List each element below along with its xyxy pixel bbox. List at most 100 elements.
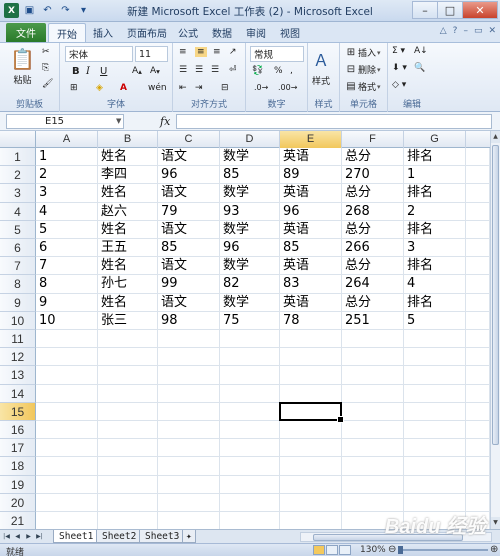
cell-g13[interactable] [404,366,466,385]
row-header-20[interactable]: 20 [0,493,36,512]
cell-d4[interactable]: 93 [220,202,280,221]
sort-filter-icon[interactable]: A↓ [414,46,428,56]
cell-b15[interactable] [98,402,158,421]
cell-c21[interactable] [158,512,220,529]
cell-c11[interactable] [158,330,220,349]
cell-g11[interactable] [404,330,466,349]
insert-sheet-icon[interactable]: ✦ [182,530,196,543]
cell-overflow[interactable] [466,457,490,476]
cell-f16[interactable] [342,421,404,440]
cell-g4[interactable]: 2 [404,202,466,221]
cell-overflow[interactable] [466,184,490,203]
increase-font-icon[interactable]: A ▴ [132,66,142,76]
cell-overflow[interactable] [466,257,490,276]
cell-b4[interactable]: 赵六 [98,202,158,221]
cell-d17[interactable] [220,439,280,458]
cell-a13[interactable] [36,366,98,385]
name-box[interactable]: E15 [6,114,124,129]
cell-overflow[interactable] [466,402,490,421]
cell-d10[interactable]: 75 [220,311,280,330]
cell-overflow[interactable] [466,239,490,258]
italic-button[interactable]: I [86,66,90,77]
column-header-e[interactable]: E [280,131,342,148]
cell-f11[interactable] [342,330,404,349]
page-layout-view-icon[interactable] [326,545,338,555]
cell-d21[interactable] [220,512,280,529]
cell-d6[interactable]: 96 [220,239,280,258]
row-header-13[interactable]: 13 [0,366,36,385]
cell-f5[interactable]: 总分 [342,220,404,239]
cell-e6[interactable]: 85 [280,239,342,258]
cell-d15[interactable] [220,402,280,421]
align-left-icon[interactable]: ☰ [179,65,187,75]
cell-d12[interactable] [220,348,280,367]
cell-b1[interactable]: 姓名 [98,148,158,167]
cell-a1[interactable]: 1 [36,148,98,167]
cell-b17[interactable] [98,439,158,458]
align-bottom-icon[interactable]: ≡ [213,47,221,57]
cell-f4[interactable]: 268 [342,202,404,221]
row-header-9[interactable]: 9 [0,293,36,312]
zoom-in-icon[interactable]: ⊕ [490,544,498,555]
scroll-down-icon[interactable]: ▼ [491,517,500,529]
cell-b16[interactable] [98,421,158,440]
cell-d11[interactable] [220,330,280,349]
currency-icon[interactable]: 💱 [252,66,263,76]
cell-overflow[interactable] [466,202,490,221]
cell-f1[interactable]: 总分 [342,148,404,167]
cell-d16[interactable] [220,421,280,440]
cell-d20[interactable] [220,493,280,512]
cell-f9[interactable]: 总分 [342,293,404,312]
first-sheet-icon[interactable]: |◀ [2,531,11,542]
merge-center-icon[interactable]: ⊟ [221,83,229,93]
last-sheet-icon[interactable]: ▶| [35,531,44,542]
formula-input[interactable] [176,114,492,129]
cell-d14[interactable] [220,384,280,403]
cell-a7[interactable]: 7 [36,257,98,276]
cell-a8[interactable]: 8 [36,275,98,294]
cell-b7[interactable]: 姓名 [98,257,158,276]
column-header-a[interactable]: A [36,131,98,148]
row-header-6[interactable]: 6 [0,239,36,258]
comma-style-icon[interactable]: , [290,66,293,76]
cell-f8[interactable]: 264 [342,275,404,294]
cell-e17[interactable] [280,439,342,458]
prev-sheet-icon[interactable]: ◀ [13,531,22,542]
cell-b6[interactable]: 王五 [98,239,158,258]
cell-a18[interactable] [36,457,98,476]
cell-f10[interactable]: 251 [342,311,404,330]
cell-e4[interactable]: 96 [280,202,342,221]
cell-a14[interactable] [36,384,98,403]
cell-c16[interactable] [158,421,220,440]
cell-a20[interactable] [36,493,98,512]
worksheet-grid[interactable]: ABCDEFG 1 2 3 4 5 6 7 8 9 10 11 12 13 14 15 16 17 18 19 20 2… [0,131,490,529]
sheet-tab-sheet1[interactable]: Sheet1 [53,530,100,543]
column-header-f[interactable]: F [342,131,404,148]
cell-f17[interactable] [342,439,404,458]
cell-overflow[interactable] [466,275,490,294]
cell-f12[interactable] [342,348,404,367]
bold-button[interactable]: B [72,66,80,77]
cell-d5[interactable]: 数学 [220,220,280,239]
cell-b20[interactable] [98,493,158,512]
cell-a19[interactable] [36,475,98,494]
cell-b11[interactable] [98,330,158,349]
number-format-select[interactable]: 常规 [250,46,304,62]
tab-insert[interactable]: 插入 [93,25,113,40]
scroll-up-icon[interactable]: ▲ [491,131,500,143]
phonetic-icon[interactable]: wén [148,83,167,93]
cell-g2[interactable]: 1 [404,166,466,185]
zoom-out-icon[interactable]: ⊖ [388,544,396,555]
row-header-18[interactable]: 18 [0,457,36,476]
cell-e16[interactable] [280,421,342,440]
cell-a15[interactable] [36,402,98,421]
cell-c15[interactable] [158,402,220,421]
cell-b14[interactable] [98,384,158,403]
row-header-11[interactable]: 11 [0,330,36,349]
cell-b21[interactable] [98,512,158,529]
cell-g8[interactable]: 4 [404,275,466,294]
fill-color-icon[interactable]: ◈ [96,83,103,93]
cell-overflow[interactable] [466,166,490,185]
cell-c18[interactable] [158,457,220,476]
cell-overflow[interactable] [466,348,490,367]
